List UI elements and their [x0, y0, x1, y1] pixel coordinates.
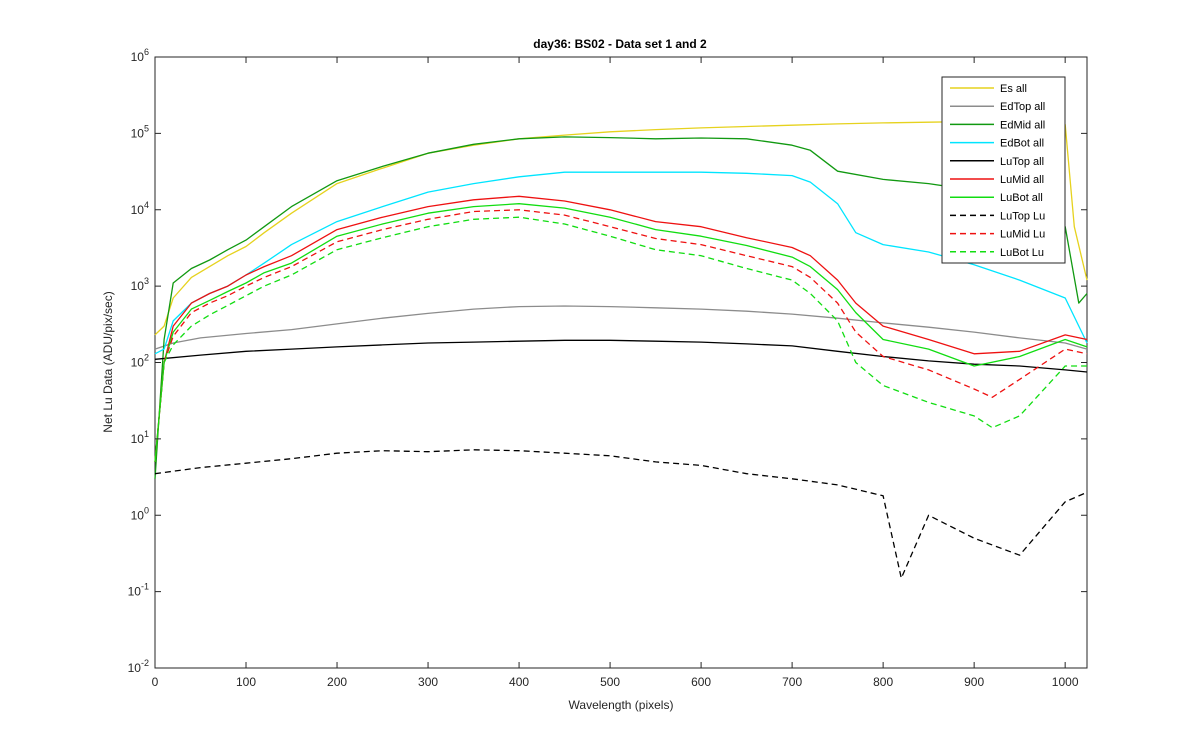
- legend-label: LuTop all: [1000, 156, 1044, 168]
- legend-label: LuMid Lu: [1000, 229, 1045, 241]
- x-tick-label: 300: [418, 675, 438, 689]
- legend-label: EdTop all: [1000, 101, 1045, 113]
- y-tick-base: 10: [131, 126, 145, 140]
- y-tick-exponent: 3: [144, 276, 149, 286]
- y-tick-exponent: -1: [141, 582, 149, 592]
- y-tick-exponent: 2: [144, 353, 149, 363]
- x-tick-label: 600: [691, 675, 711, 689]
- legend-label: LuMid all: [1000, 174, 1044, 186]
- y-tick-base: 10: [131, 508, 145, 522]
- x-tick-label: 700: [782, 675, 802, 689]
- x-tick-label: 0: [152, 675, 159, 689]
- y-tick-exponent: 0: [144, 505, 149, 515]
- chart-title: day36: BS02 - Data set 1 and 2: [533, 37, 707, 51]
- y-tick-exponent: 1: [144, 429, 149, 439]
- y-tick-exponent: 5: [144, 123, 149, 133]
- y-tick-base: 10: [131, 279, 145, 293]
- x-tick-label: 800: [873, 675, 893, 689]
- legend-label: EdBot all: [1000, 138, 1044, 150]
- y-axis-label: Net Lu Data (ADU/pix/sec): [101, 291, 115, 432]
- y-tick-base: 10: [131, 50, 145, 64]
- legend-label: LuBot all: [1000, 192, 1043, 204]
- y-tick-base: 10: [128, 661, 142, 675]
- y-tick-exponent: -2: [141, 658, 149, 668]
- x-axis-label: Wavelength (pixels): [569, 698, 674, 712]
- legend: Es all EdTop all EdMid all EdBot all LuTop a…: [941, 76, 1066, 264]
- y-tick-base: 10: [131, 432, 145, 446]
- legend-label: LuTop Lu: [1000, 210, 1045, 222]
- legend-label: EdMid all: [1000, 119, 1045, 131]
- x-tick-label: 500: [600, 675, 620, 689]
- x-tick-label: 200: [327, 675, 347, 689]
- legend-label: Es all: [1000, 83, 1027, 95]
- y-tick-base: 10: [128, 585, 142, 599]
- x-tick-label: 400: [509, 675, 529, 689]
- x-tick-label: 1000: [1052, 675, 1079, 689]
- legend-label: LuBot Lu: [1000, 247, 1044, 259]
- x-tick-label: 900: [964, 675, 984, 689]
- y-tick-exponent: 4: [144, 200, 149, 210]
- y-tick-base: 10: [131, 356, 145, 370]
- y-tick-base: 10: [131, 203, 145, 217]
- chart: day36: BS02 - Data set 1 and 2 0 100 200 30…: [0, 0, 1200, 750]
- y-tick-exponent: 6: [144, 47, 149, 57]
- x-tick-label: 100: [236, 675, 256, 689]
